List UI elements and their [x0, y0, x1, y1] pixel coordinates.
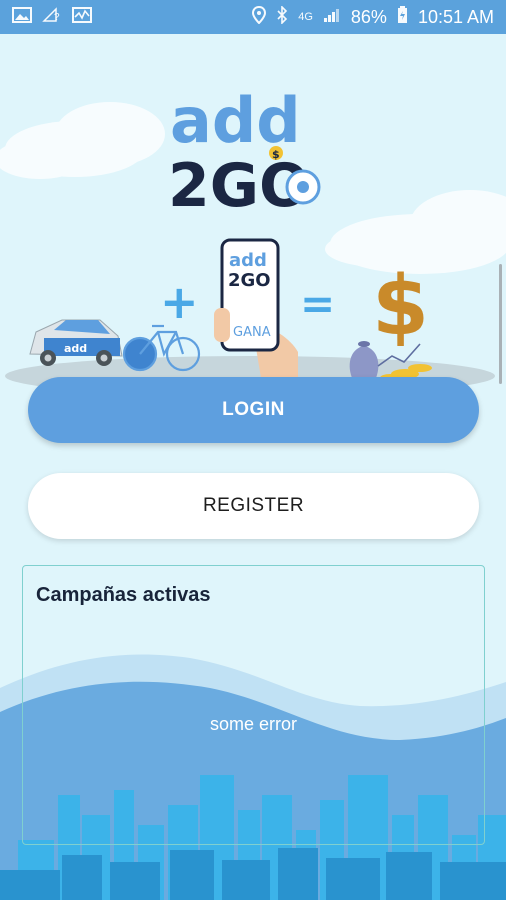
- phone-label: GANA: [233, 325, 271, 340]
- status-bar: ? 4G 86% 10:51 AM: [0, 0, 506, 34]
- signal-icon: [323, 7, 341, 27]
- bluetooth-icon: [276, 5, 288, 28]
- login-button-label: LOGIN: [222, 399, 285, 420]
- wheel-hub: [297, 181, 309, 193]
- campaigns-title: Campañas activas: [36, 584, 211, 606]
- equals-sign: =: [300, 279, 335, 328]
- add2go-logo: add 2GO $: [168, 84, 321, 214]
- activity-icon: [72, 7, 92, 27]
- phone-logo: add: [229, 250, 267, 271]
- phone-logo-2go: 2GO: [228, 270, 271, 291]
- register-button[interactable]: REGISTER: [28, 473, 479, 539]
- car-icon: add: [29, 319, 123, 366]
- status-left: ?: [12, 7, 92, 27]
- login-button[interactable]: LOGIN: [28, 377, 479, 443]
- coin-symbol: $: [272, 148, 280, 161]
- register-button-label: REGISTER: [202, 495, 305, 516]
- status-right: 4G 86% 10:51 AM: [252, 5, 494, 28]
- battery-percent: 86%: [350, 6, 387, 27]
- campaigns-error-message: some error: [209, 714, 298, 734]
- wifi-question-icon: ?: [42, 7, 62, 27]
- location-icon: [252, 5, 267, 28]
- scroll-indicator[interactable]: [499, 264, 502, 384]
- logo-text-add: add: [170, 84, 301, 157]
- clock: 10:51 AM: [417, 6, 494, 27]
- svg-text:?: ?: [54, 12, 60, 23]
- active-campaigns-panel: Campañas activas some error: [22, 565, 485, 845]
- dollar-sign: $: [372, 259, 429, 354]
- car-label: add: [64, 342, 87, 355]
- network-label: 4G: [298, 11, 313, 23]
- gallery-icon: [12, 7, 32, 27]
- battery-icon: [397, 6, 408, 28]
- plus-sign: +: [160, 275, 199, 329]
